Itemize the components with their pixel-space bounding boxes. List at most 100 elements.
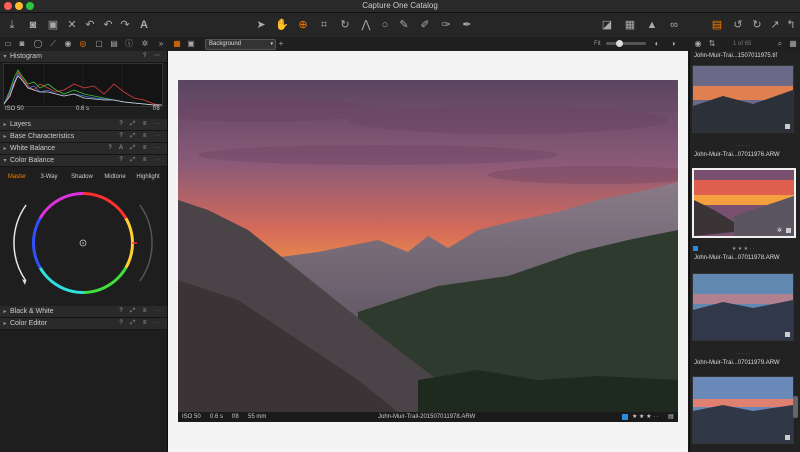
redo-arrow-icon[interactable]: ↶	[84, 18, 96, 32]
thumbnail-rating[interactable]: · · · · ·	[694, 351, 792, 357]
histogram-header[interactable]: ▾ Histogram ? ⋯	[0, 51, 167, 63]
sort-icon[interactable]: ⇅	[707, 39, 717, 49]
more-tabs-icon[interactable]: »	[156, 39, 166, 49]
circle-tool-icon[interactable]: ○	[379, 18, 391, 32]
import-icon[interactable]: ⤓	[6, 18, 18, 32]
thumbnail-rating[interactable]: ★ ★ ★ · ·	[694, 246, 792, 252]
section-tools-icon[interactable]: ? ⤢ ≡ ⋯	[119, 155, 163, 166]
exposure-warning-icon[interactable]: ◪	[600, 18, 614, 32]
image-viewer[interactable]: ISO 50 0.6 s f/8 55 mm John-Muir-Trail-2…	[168, 51, 688, 452]
section-tools-icon[interactable]: ? ⤢ ≡ ⋯	[119, 119, 163, 130]
rotate-left-icon[interactable]: ↺	[731, 18, 745, 32]
background-select[interactable]: Background ▾	[205, 39, 276, 50]
collapse-icon: ▾	[3, 54, 7, 60]
white-balance-header[interactable]: ▸ White Balance ? A ⤢ ≡ ⋯	[0, 143, 167, 155]
histogram-aperture: f/8	[153, 106, 160, 112]
section-tools-icon[interactable]: ? ⤢ ≡ ⋯	[119, 318, 163, 329]
rotate-right-icon[interactable]: ↻	[750, 18, 764, 32]
tab-highlight[interactable]: Highlight	[132, 171, 164, 183]
color-tab-icon[interactable]: ◎	[78, 39, 88, 49]
zoom-slider-handle[interactable]	[616, 40, 623, 47]
grid-icon[interactable]: ▦	[623, 18, 637, 32]
section-tools-icon[interactable]: ? A ⤢ ≡ ⋯	[108, 143, 163, 154]
lightness-arc[interactable]	[139, 204, 153, 282]
thumbnail-1[interactable]	[692, 65, 794, 133]
picker-tool-icon[interactable]: ✎	[397, 18, 411, 32]
copy-icon[interactable]: ▤	[710, 18, 724, 32]
delete-icon[interactable]: ✕	[66, 18, 78, 32]
composition-tab-icon[interactable]: ⟋	[48, 39, 58, 49]
tool-tabs-bar: ▭ ◙ ◯ ⟋ ◉ ◎ ▢ ▤ ⓘ ✲ » ▦ ▣ Background ▾ +…	[0, 37, 800, 52]
thumbnail-rating[interactable]: · · · · ·	[694, 143, 792, 149]
photo-rating[interactable]: ★ ★ ★ · ·	[632, 412, 659, 422]
eye-icon[interactable]: ◉	[693, 39, 703, 49]
section-tools-icon[interactable]: ? ⤢ ≡ ⋯	[119, 131, 163, 142]
background-select-value: Background	[209, 41, 242, 47]
info-focal: 55 mm	[248, 414, 267, 420]
main-photo[interactable]	[178, 80, 678, 412]
keystone-tool-icon[interactable]: ⋀	[359, 18, 373, 32]
tab-master[interactable]: Master	[2, 171, 32, 183]
text-icon[interactable]: A	[138, 18, 150, 32]
color-editor-header[interactable]: ▸ Color Editor ? ⤢ ≡ ⋯	[0, 318, 167, 330]
share-icon[interactable]: ↰	[784, 18, 798, 32]
camera-icon[interactable]: ◙	[27, 18, 39, 32]
section-tools-icon[interactable]: ? ⋯	[143, 51, 163, 62]
color-balance-header[interactable]: ▾ Color Balance ? ⤢ ≡ ⋯	[0, 155, 167, 167]
rotate-tool-icon[interactable]: ↻	[338, 18, 352, 32]
layers-header[interactable]: ▸ Layers ? ⤢ ≡ ⋯	[0, 119, 167, 131]
redo-icon[interactable]: ↷	[119, 18, 131, 32]
tab-midtone[interactable]: Midtone	[100, 171, 130, 183]
cursor-tool-icon[interactable]: ➤	[254, 18, 268, 32]
eraser-tool-icon[interactable]: ✑	[439, 18, 453, 32]
search-icon[interactable]: ⌕	[775, 39, 785, 49]
thumbnail-image	[693, 274, 793, 340]
zoom-out-icon[interactable]: ◐	[652, 39, 662, 49]
tab-shadow[interactable]: Shadow	[66, 171, 98, 183]
apply-icon[interactable]: ↗	[768, 18, 782, 32]
library-tab-icon[interactable]: ▭	[3, 39, 13, 49]
thumbnail-4[interactable]	[692, 376, 794, 444]
browser-toolbar: ◉ ⇅ 1 of 65 ⌕ ▦	[689, 37, 800, 51]
single-view-icon[interactable]: ▣	[186, 39, 196, 49]
color-tag-icon[interactable]	[622, 414, 628, 420]
zoom-in-icon[interactable]: ◑	[668, 39, 678, 49]
details-tab-icon[interactable]: ▢	[94, 39, 104, 49]
local-tab-icon[interactable]: ▤	[109, 39, 119, 49]
warning-icon[interactable]: ▲	[645, 18, 659, 32]
black-white-header[interactable]: ▸ Black & White ? ⤢ ≡ ⋯	[0, 306, 167, 318]
thumbnail-badge-icon	[785, 332, 790, 337]
pen-tool-icon[interactable]: ✒	[460, 18, 474, 32]
exposure-tab-icon[interactable]: ◉	[63, 39, 73, 49]
add-icon[interactable]: +	[276, 39, 286, 49]
color-wheel[interactable]	[0, 185, 167, 305]
thumbnail-3[interactable]	[692, 273, 794, 341]
base-characteristics-header[interactable]: ▸ Base Characteristics ? ⤢ ≡ ⋯	[0, 131, 167, 143]
browser-scrollbar[interactable]	[793, 396, 798, 418]
glasses-icon[interactable]: ∞	[666, 18, 682, 32]
viewer-menu-icon[interactable]: ▤	[668, 412, 674, 422]
adjustments-tab-icon[interactable]: ⓘ	[124, 39, 134, 49]
crop-tool-icon[interactable]: ⌗	[317, 18, 331, 32]
saturation-arc[interactable]	[13, 204, 27, 282]
capture-tab-icon[interactable]: ◙	[17, 39, 27, 49]
color-balance-title: Color Balance	[10, 157, 54, 164]
tag-icon[interactable]: ▣	[47, 18, 59, 32]
lens-tab-icon[interactable]: ◯	[33, 39, 43, 49]
expand-icon: ▸	[3, 321, 7, 327]
section-tools-icon[interactable]: ? ⤢ ≡ ⋯	[119, 306, 163, 317]
undo-icon[interactable]: ↶	[102, 18, 114, 32]
tab-3-way[interactable]: 3-Way	[34, 171, 64, 183]
white-balance-title: White Balance	[10, 145, 56, 152]
hand-tool-icon[interactable]: ✋	[275, 18, 289, 32]
metadata-tab-icon[interactable]: ✲	[140, 39, 150, 49]
brush-tool-icon[interactable]: ✐	[418, 18, 432, 32]
grid-view-icon[interactable]: ▦	[172, 39, 182, 49]
main-toolbar: ⤓ ◙ ▣ ✕ ↶ ↶ ↷ A ➤ ✋ ⊕ ⌗ ↻ ⋀ ○ ✎ ✐ ✑ ✒ ◪ …	[0, 13, 800, 38]
browser-grid-icon[interactable]: ▦	[788, 39, 798, 49]
histogram-chart	[3, 63, 163, 107]
zoom-tool-icon[interactable]: ⊕	[296, 18, 310, 32]
zoom-slider[interactable]	[606, 40, 646, 47]
thumbnail-2-selected[interactable]: ✲	[692, 168, 796, 238]
info-shutter: 0.6 s	[210, 414, 224, 420]
